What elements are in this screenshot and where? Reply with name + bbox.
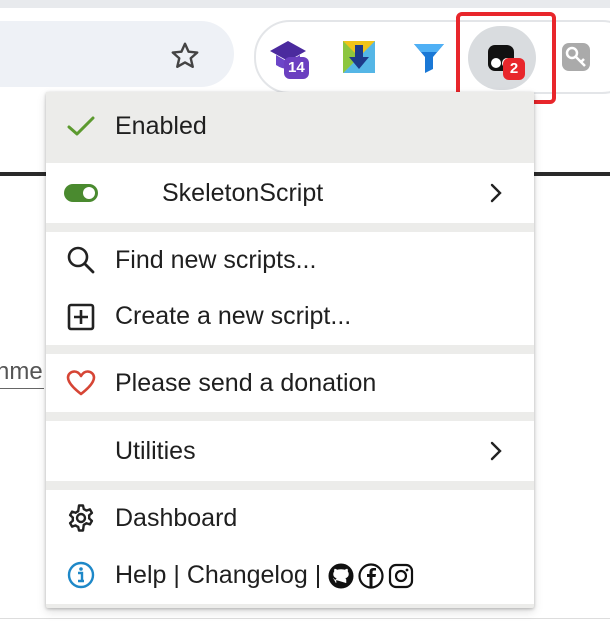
facebook-icon[interactable] (358, 563, 384, 589)
key-icon[interactable] (553, 34, 599, 80)
menu-item-enabled[interactable]: Enabled (46, 92, 534, 160)
checkmark-icon (64, 109, 98, 143)
chevron-right-icon (486, 439, 506, 463)
star-icon[interactable] (166, 37, 204, 75)
plus-square-icon (64, 300, 98, 334)
tab-strip (0, 0, 610, 8)
page-divider (0, 618, 610, 619)
menu-item-script[interactable]: SkeletonScript (46, 163, 534, 223)
instagram-icon[interactable] (388, 563, 414, 589)
menu-item-help: Help | Changelog | (46, 546, 534, 604)
heart-icon (64, 366, 98, 400)
gear-icon (64, 501, 98, 535)
search-icon (64, 243, 98, 277)
menu-item-label: Enabled (115, 111, 207, 140)
script-name: SkeletonScript (162, 178, 324, 207)
separator: | (173, 560, 180, 589)
extension-badge: 14 (284, 57, 309, 79)
chevron-right-icon (486, 181, 506, 205)
download-arrow-icon[interactable] (336, 34, 382, 80)
graduation-cap-icon[interactable]: 14 (266, 33, 312, 79)
menu-item-donate[interactable]: Please send a donation (46, 354, 534, 412)
menu-item-utilities[interactable]: Utilities (46, 421, 534, 481)
menu-item-find-scripts[interactable]: Find new scripts... (46, 232, 534, 288)
menu-item-label: Create a new script... (115, 302, 352, 330)
help-link[interactable]: Help (115, 561, 166, 589)
changelog-link[interactable]: Changelog (187, 561, 308, 589)
info-icon (64, 558, 98, 592)
social-links (328, 563, 414, 589)
menu-item-create-script[interactable]: Create a new script... (46, 288, 534, 345)
funnel-icon[interactable] (406, 34, 452, 80)
separator: | (314, 560, 322, 589)
menu-item-label: Find new scripts... (115, 245, 317, 274)
menu-item-label: Dashboard (115, 503, 238, 532)
menu-item-label: Please send a donation (115, 368, 377, 397)
script-toggle[interactable] (64, 184, 98, 202)
help-links: Help | Changelog | (115, 561, 414, 590)
highlight-box (456, 12, 556, 104)
extension-menu: Enabled SkeletonScript Find new scripts.… (46, 92, 534, 608)
menu-item-label: Utilities (115, 436, 196, 465)
page-text-fragment: nmer (0, 358, 44, 389)
menu-item-dashboard[interactable]: Dashboard (46, 490, 534, 546)
github-icon[interactable] (328, 563, 354, 589)
